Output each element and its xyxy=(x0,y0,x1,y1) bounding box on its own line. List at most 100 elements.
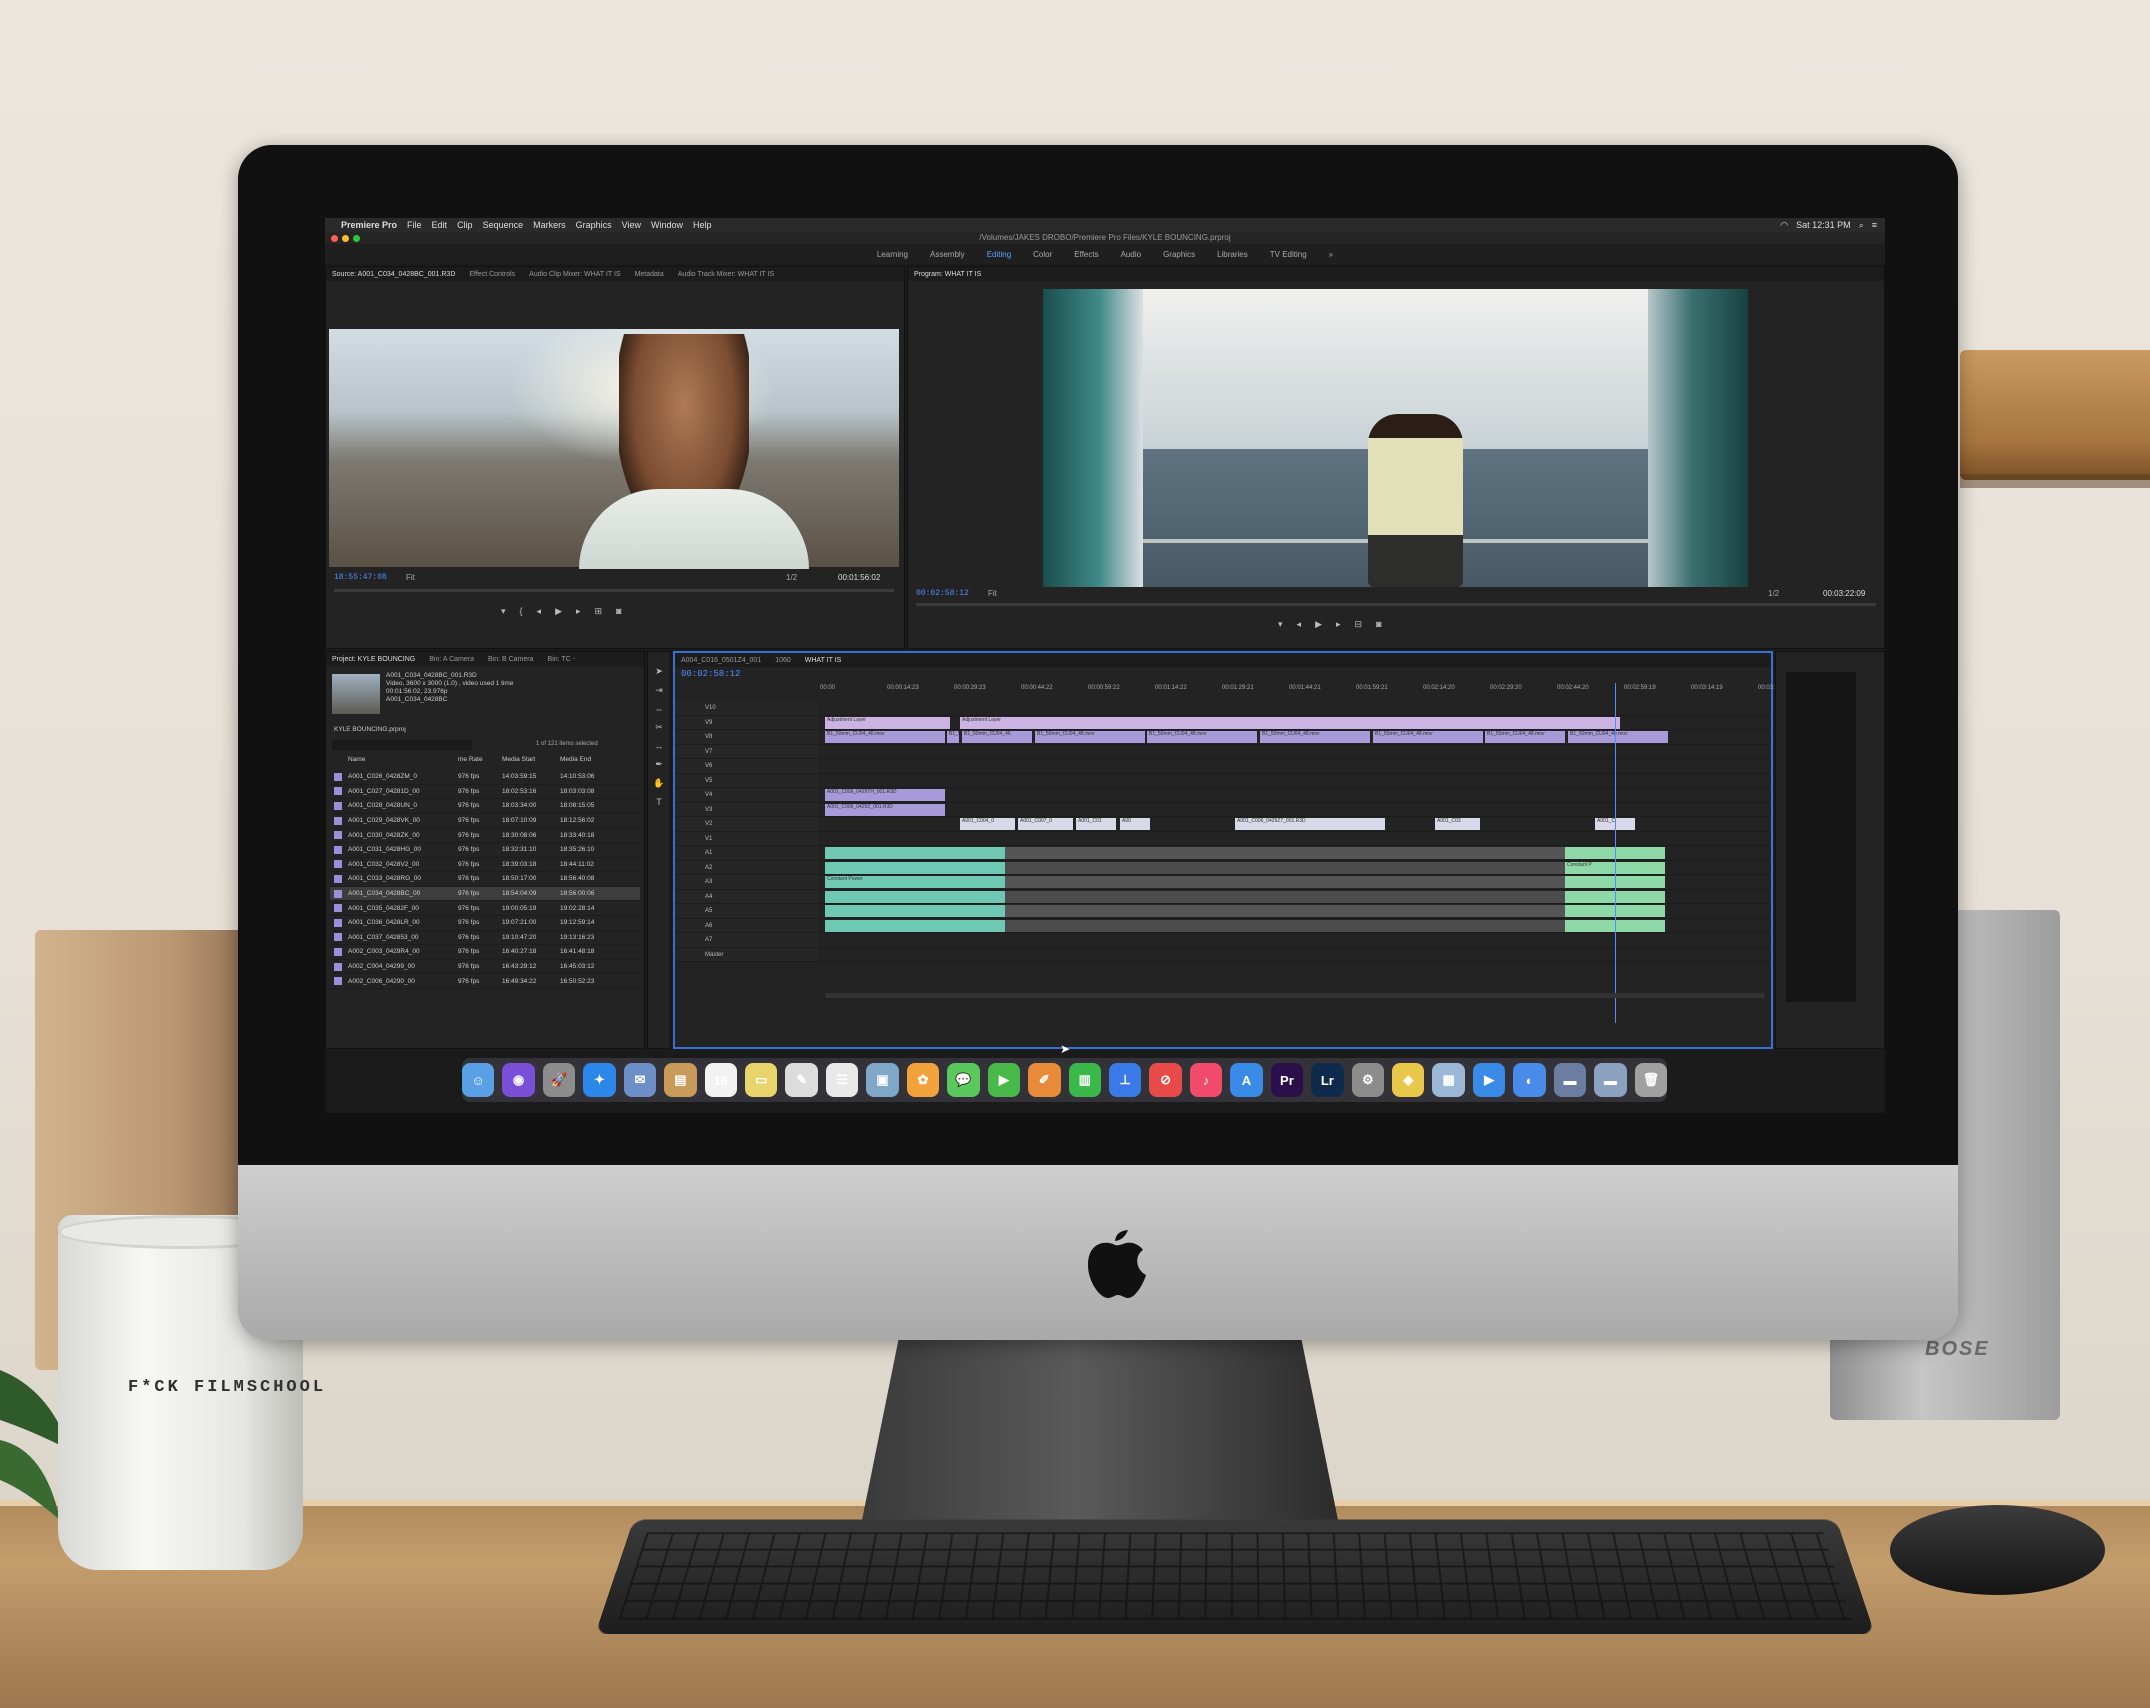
program-step-back-icon[interactable]: ◂ xyxy=(1297,619,1302,630)
audio-clip[interactable] xyxy=(1005,919,1565,932)
audio-track[interactable]: A7 xyxy=(675,933,1770,948)
step-back-icon[interactable]: ◂ xyxy=(537,606,542,617)
table-row[interactable]: A001_C027_04281D_00 976 fps 18:02:53:16 18:… xyxy=(330,785,640,800)
news-icon[interactable]: ⊘ xyxy=(1149,1063,1182,1097)
video-clip[interactable]: B1_50mm_CU04_48.mov xyxy=(1373,731,1483,743)
audio-clip[interactable] xyxy=(825,847,1005,859)
mail-icon[interactable]: ✉ xyxy=(623,1063,657,1097)
audio-track[interactable]: A2 Constant P xyxy=(675,860,1770,875)
video-clip[interactable]: B1_50mm_CU04_48.mov xyxy=(1568,731,1668,743)
textedit-icon[interactable]: ✎ xyxy=(785,1063,818,1097)
app-folder-icon[interactable]: ◈ xyxy=(1392,1063,1425,1097)
video-clip[interactable]: A001_C006_0429Z_001.R3D xyxy=(825,803,945,816)
tab-audio-track-mixer[interactable]: Audio Track Mixer: WHAT IT IS xyxy=(678,271,774,278)
menu-sequence[interactable]: Sequence xyxy=(483,220,524,230)
selection-tool-icon[interactable]: ➤ xyxy=(655,666,663,677)
tab-sequence-1[interactable]: A004_C016_0501Z4_001 xyxy=(681,657,761,664)
video-track[interactable]: V1 xyxy=(675,831,1770,846)
video-track[interactable]: V3 A001_C006_0429Z_001.R3D xyxy=(675,802,1770,817)
clip-thumbnail[interactable] xyxy=(332,674,380,714)
video-clip[interactable]: B1_5 xyxy=(947,731,959,743)
trash-icon[interactable]: 🗑 xyxy=(1634,1063,1668,1097)
table-row[interactable]: A001_C035_04282F_00 976 fps 19:00:05:19 19:… xyxy=(330,901,640,916)
audio-clip[interactable] xyxy=(825,861,1005,874)
table-row[interactable]: A001_C026_0428ZM_0 976 fps 14:03:59:15 14:1… xyxy=(330,770,640,785)
video-track[interactable]: V2 A001_C004_0 A001_C007_0 A001_C01 A00 A001_… xyxy=(675,817,1770,832)
audio-clip[interactable] xyxy=(825,919,1005,932)
menu-edit[interactable]: Edit xyxy=(432,220,448,230)
numbers-icon[interactable]: ▥ xyxy=(1068,1063,1101,1097)
track-header[interactable]: V1 xyxy=(675,831,818,845)
menu-file[interactable]: File xyxy=(407,220,422,230)
tab-sequence-what-it-is[interactable]: WHAT IT IS xyxy=(805,657,842,664)
audio-clip[interactable] xyxy=(1005,861,1565,874)
workspace-learning[interactable]: Learning xyxy=(877,250,908,259)
audio-clip[interactable] xyxy=(1005,876,1565,888)
audio-clip[interactable] xyxy=(825,905,1005,917)
calendar-icon[interactable]: 16 xyxy=(704,1063,737,1097)
source-video-frame[interactable] xyxy=(329,329,899,569)
workspace-assembly[interactable]: Assembly xyxy=(930,250,965,259)
audio-clip[interactable] xyxy=(1005,847,1565,859)
image-capture-icon[interactable]: ▦ xyxy=(1432,1063,1465,1097)
zoom-window-button[interactable] xyxy=(353,235,360,242)
col-frame-rate[interactable]: me Rate xyxy=(458,756,502,763)
finder-icon[interactable]: ☺ xyxy=(461,1063,495,1097)
track-select-icon[interactable]: ⇥ xyxy=(655,685,663,696)
menu-window[interactable]: Window xyxy=(651,220,683,230)
play-icon[interactable]: ▶ xyxy=(555,606,562,617)
track-header[interactable]: V3 xyxy=(675,802,818,816)
notes-icon[interactable]: ▭ xyxy=(745,1063,778,1097)
step-forward-icon[interactable]: ▸ xyxy=(576,606,581,617)
col-media-end[interactable]: Media End xyxy=(560,756,618,763)
track-header[interactable]: V8 xyxy=(675,730,818,744)
system-preferences-icon[interactable]: ⚙ xyxy=(1351,1063,1384,1097)
track-header[interactable]: Master xyxy=(675,947,818,961)
track-header[interactable]: V7 xyxy=(675,744,818,758)
video-track[interactable]: V6 xyxy=(675,759,1770,774)
video-track[interactable]: V5 xyxy=(675,773,1770,788)
photos-icon[interactable]: ✿ xyxy=(906,1063,940,1097)
mark-out-icon[interactable]: { xyxy=(520,606,523,617)
audio-track[interactable]: A1 xyxy=(675,846,1770,861)
tab-bin-tc[interactable]: Bin: TC - xyxy=(548,656,576,663)
pages-icon[interactable]: ✐ xyxy=(1028,1063,1061,1097)
program-resolution-select[interactable]: 1/2 xyxy=(1768,589,1779,598)
video-clip[interactable]: A001_C006_0429TH_001.R3D xyxy=(825,789,945,801)
safari-icon[interactable]: ✦ xyxy=(583,1063,616,1097)
program-camera-icon[interactable]: ◙ xyxy=(1376,619,1381,630)
video-clip[interactable]: B1_50mm_CU04_48.mov xyxy=(1485,731,1565,743)
program-fit-select[interactable]: Fit xyxy=(988,589,997,598)
facetime-icon[interactable]: ▶ xyxy=(987,1063,1021,1097)
tab-sequence-2[interactable]: 1060 xyxy=(775,657,791,664)
tab-project[interactable]: Project: KYLE BOUNCING xyxy=(332,656,415,663)
workspace-editing[interactable]: Editing xyxy=(987,250,1011,259)
tab-audio-clip-mixer[interactable]: Audio Clip Mixer: WHAT IT IS xyxy=(529,271,620,278)
program-video-frame[interactable] xyxy=(1043,289,1748,587)
keynote-icon[interactable]: ⊥ xyxy=(1108,1063,1142,1097)
video-track[interactable]: V8 B1_50mm_CU04_46.movB1_5B1_50mm_CU04_46… xyxy=(675,730,1770,745)
minimize-window-button[interactable] xyxy=(342,235,349,242)
program-step-forward-icon[interactable]: ▸ xyxy=(1336,619,1341,630)
audio-track[interactable]: A4 xyxy=(675,889,1770,904)
playhead[interactable] xyxy=(1615,683,1616,1023)
source-fit-select[interactable]: Fit xyxy=(406,573,415,582)
video-clip[interactable]: A001_C007_0 xyxy=(1018,818,1073,830)
video-track[interactable]: V9 Adjustment Layer Adjustment Layer xyxy=(675,715,1770,730)
source-resolution-select[interactable]: 1/2 xyxy=(786,573,797,582)
video-clip[interactable]: B1_50mm_CU04_46 xyxy=(962,731,1032,743)
tab-metadata[interactable]: Metadata xyxy=(635,271,664,278)
track-header[interactable]: V2 xyxy=(675,817,818,831)
tab-bin-a-camera[interactable]: Bin: A Camera xyxy=(429,656,474,663)
program-play-icon[interactable]: ▶ xyxy=(1315,619,1322,630)
workspace-color[interactable]: Color xyxy=(1033,250,1052,259)
col-media-start[interactable]: Media Start xyxy=(502,756,560,763)
video-track[interactable]: V4 A001_C006_0429TH_001.R3D xyxy=(675,788,1770,803)
table-row[interactable]: A001_C033_0428RG_00 976 fps 18:50:17:00 18:… xyxy=(330,872,640,887)
timeline-zoom-scrollbar[interactable] xyxy=(825,993,1765,998)
table-row[interactable]: A001_C031_0428HG_00 976 fps 18:32:31:10 18:… xyxy=(330,843,640,858)
menu-clip[interactable]: Clip xyxy=(457,220,473,230)
wifi-icon[interactable]: ◠ xyxy=(1780,220,1788,231)
workspace-more-button[interactable]: » xyxy=(1329,250,1333,259)
track-header[interactable]: A1 xyxy=(675,846,818,860)
